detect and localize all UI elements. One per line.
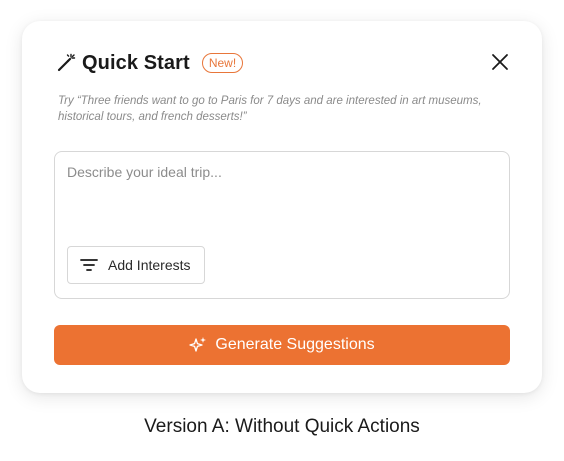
- generate-suggestions-label: Generate Suggestions: [215, 336, 375, 353]
- sparkle-icon: [189, 336, 207, 354]
- dialog-title: Quick Start: [82, 51, 190, 74]
- dialog-header: Quick Start New!: [56, 49, 244, 77]
- add-interests-button[interactable]: Add Interests: [67, 246, 205, 284]
- close-button[interactable]: [490, 52, 510, 72]
- close-icon: [492, 54, 508, 70]
- example-hint: Try “Three friends want to go to Paris f…: [58, 95, 482, 123]
- version-caption: Version A: Without Quick Actions: [144, 416, 420, 437]
- trip-input-box: Add Interests: [54, 151, 510, 299]
- stage: Quick Start New! Try “Three friends want…: [0, 0, 564, 461]
- quick-start-dialog: Quick Start New! Try “Three friends want…: [22, 21, 542, 393]
- trip-description-input[interactable]: [67, 164, 487, 224]
- magic-wand-icon: [56, 53, 76, 73]
- filter-icon: [80, 258, 98, 272]
- generate-suggestions-button[interactable]: Generate Suggestions: [54, 325, 510, 365]
- add-interests-label: Add Interests: [108, 257, 191, 273]
- new-badge: New!: [201, 53, 244, 73]
